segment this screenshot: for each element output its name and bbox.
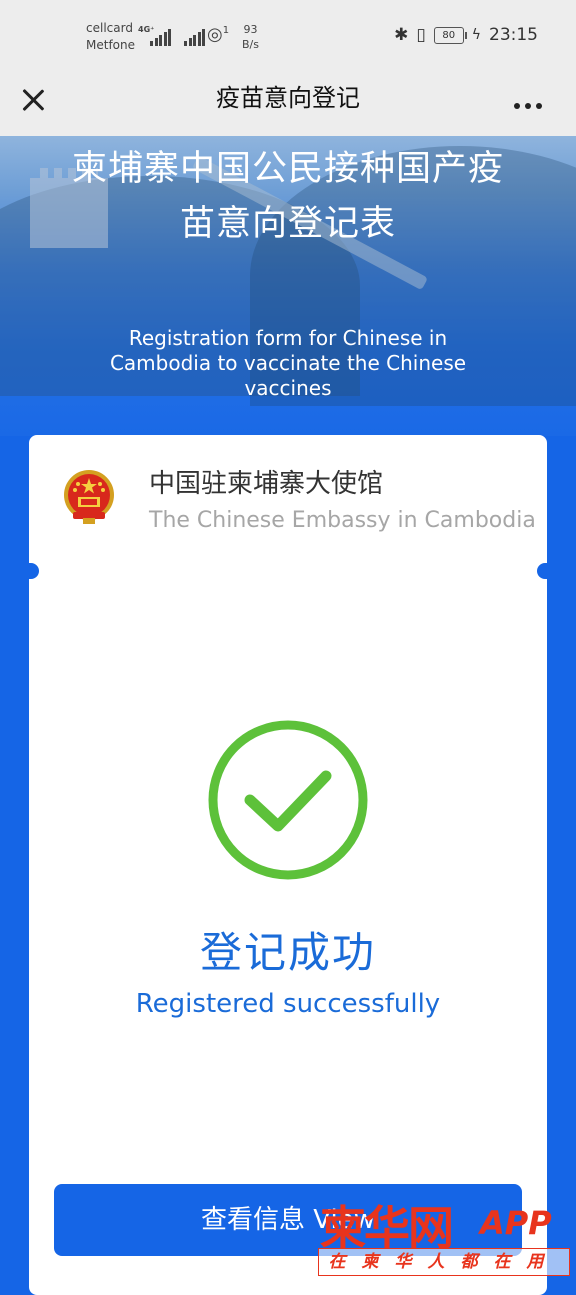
status-bar: cellcard Metfone 4G⁺ ◎1 93 B/s ✱ ▯ 80 ϟ … xyxy=(0,0,576,72)
hotspot-count: 1 xyxy=(222,25,230,36)
national-emblem-icon xyxy=(64,470,114,524)
hero-banner: 柬埔寨中国公民接种国产疫苗意向登记表 Registration form for… xyxy=(0,136,576,436)
success-title-en: Registered successfully xyxy=(135,989,441,1019)
org-name-en: The Chinese Embassy in Cambodia xyxy=(149,508,536,533)
success-check-icon xyxy=(208,720,368,880)
speed-value: 93 xyxy=(243,23,258,36)
success-title-cn: 登记成功 xyxy=(199,928,376,977)
speed-unit: B/s xyxy=(242,38,259,51)
page-title: 疫苗意向登记 xyxy=(216,84,360,112)
hero-subtitle: Registration form for Chinese in Cambodi… xyxy=(109,326,467,400)
vibrate-icon: ▯ xyxy=(416,25,426,45)
hotspot-icon: ◎1 xyxy=(207,24,230,45)
result-card: 中国驻柬埔寨大使馆 The Chinese Embassy in Cambodi… xyxy=(29,435,547,1295)
watermark-app: APP xyxy=(480,1204,552,1242)
signal-icon xyxy=(150,27,173,46)
watermark-slogan: 在柬华人都在用 xyxy=(318,1248,570,1276)
network-speed: 93 B/s xyxy=(242,22,259,52)
clock: 23:15 xyxy=(489,25,538,45)
bluetooth-icon: ✱ xyxy=(394,25,409,45)
nav-bar: 疫苗意向登记 xyxy=(0,72,576,136)
watermark: 柬华网 APP 在柬华人都在用 xyxy=(318,1188,576,1280)
carrier-names: cellcard Metfone xyxy=(86,20,135,54)
charging-icon: ϟ xyxy=(471,27,481,43)
status-right: ✱ ▯ 80 ϟ 23:15 xyxy=(394,25,538,45)
battery-icon: 80 xyxy=(433,26,467,44)
card-notch-right xyxy=(537,563,547,579)
more-icon[interactable] xyxy=(514,94,548,109)
carrier-2: Metfone xyxy=(86,38,135,52)
signal-icon-2 xyxy=(184,27,207,46)
carrier-1: cellcard xyxy=(86,21,133,35)
hero-title: 柬埔寨中国公民接种国产疫苗意向登记表 xyxy=(71,149,504,244)
org-name-cn: 中国驻柬埔寨大使馆 xyxy=(149,469,384,499)
